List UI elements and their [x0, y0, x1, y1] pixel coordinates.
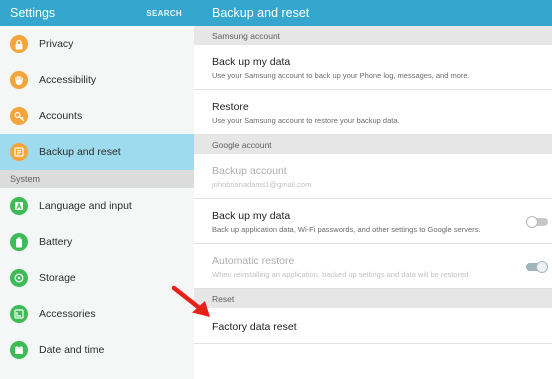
- sidebar-item-label: Accessibility: [39, 74, 97, 86]
- sidebar-title: Settings: [10, 6, 56, 20]
- sidebar-item-language-and-input[interactable]: Language and input: [0, 188, 194, 224]
- backup-icon: [10, 143, 28, 161]
- lock-icon: [10, 35, 28, 53]
- sidebar-item-date-and-time[interactable]: Date and time: [0, 332, 194, 368]
- section-samsung-account: Samsung account: [194, 26, 552, 45]
- google-backup-account-item: Backup account johnbrianadams1@gmail.com: [194, 154, 552, 199]
- samsung-restore-item[interactable]: Restore Use your Samsung account to rest…: [194, 90, 552, 135]
- search-button[interactable]: SEARCH: [146, 9, 182, 18]
- accessories-icon: [10, 305, 28, 323]
- sidebar-item-label: Date and time: [39, 344, 105, 356]
- samsung-backup-my-data-item[interactable]: Back up my data Use your Samsung account…: [194, 45, 552, 90]
- section-reset: Reset: [194, 289, 552, 308]
- sidebar-item-label: Storage: [39, 272, 76, 284]
- sidebar-item-label: Accessories: [39, 308, 96, 320]
- sidebar-section-system: System: [0, 170, 194, 188]
- sidebar-item-label: Battery: [39, 236, 73, 248]
- google-backup-my-data-item[interactable]: Back up my data Back up application data…: [194, 199, 552, 244]
- page-title: Backup and reset: [194, 0, 552, 26]
- sidebar-item-accessibility[interactable]: Accessibility: [0, 62, 194, 98]
- item-title: Automatic restore: [212, 255, 295, 267]
- sidebar-item-privacy[interactable]: Privacy: [0, 26, 194, 62]
- item-subtitle: Use your Samsung account to back up your…: [212, 71, 470, 80]
- sidebar-item-label: Accounts: [39, 110, 83, 122]
- sidebar-item-storage[interactable]: Storage: [0, 260, 194, 296]
- sidebar-item-label: Privacy: [39, 38, 74, 50]
- sidebar-item-battery[interactable]: Battery: [0, 224, 194, 260]
- item-title: Backup account: [212, 165, 287, 177]
- hand-icon: [10, 71, 28, 89]
- automatic-restore-toggle: [526, 261, 548, 273]
- language-icon: [10, 197, 28, 215]
- backup-reset-panel: Backup and reset Samsung account Back up…: [194, 0, 552, 379]
- sidebar-item-backup-and-reset[interactable]: Backup and reset: [0, 134, 194, 170]
- item-subtitle: Use your Samsung account to restore your…: [212, 116, 400, 125]
- automatic-restore-item: Automatic restore When reinstalling an a…: [194, 244, 552, 289]
- item-subtitle: Back up application data, Wi-Fi password…: [212, 225, 481, 234]
- sidebar-item-accessories[interactable]: Accessories: [0, 296, 194, 332]
- section-google-account: Google account: [194, 135, 552, 154]
- backup-account-email: johnbrianadams1@gmail.com: [212, 180, 312, 189]
- factory-data-reset-item[interactable]: Factory data reset: [194, 308, 552, 344]
- item-title: Restore: [212, 101, 249, 113]
- settings-sidebar: Settings SEARCH Privacy Accessibility Ac…: [0, 0, 194, 379]
- sidebar-item-label: Backup and reset: [39, 146, 121, 158]
- item-subtitle: When reinstalling an application, backed…: [212, 270, 471, 279]
- sidebar-header: Settings SEARCH: [0, 0, 194, 26]
- google-backup-toggle[interactable]: [526, 216, 548, 228]
- battery-icon: [10, 233, 28, 251]
- sidebar-item-label: Language and input: [39, 200, 132, 212]
- calendar-icon: [10, 341, 28, 359]
- item-title: Factory data reset: [212, 321, 297, 333]
- storage-icon: [10, 269, 28, 287]
- item-title: Back up my data: [212, 210, 291, 222]
- sidebar-item-accounts[interactable]: Accounts: [0, 98, 194, 134]
- key-icon: [10, 107, 28, 125]
- item-title: Back up my data: [212, 56, 291, 68]
